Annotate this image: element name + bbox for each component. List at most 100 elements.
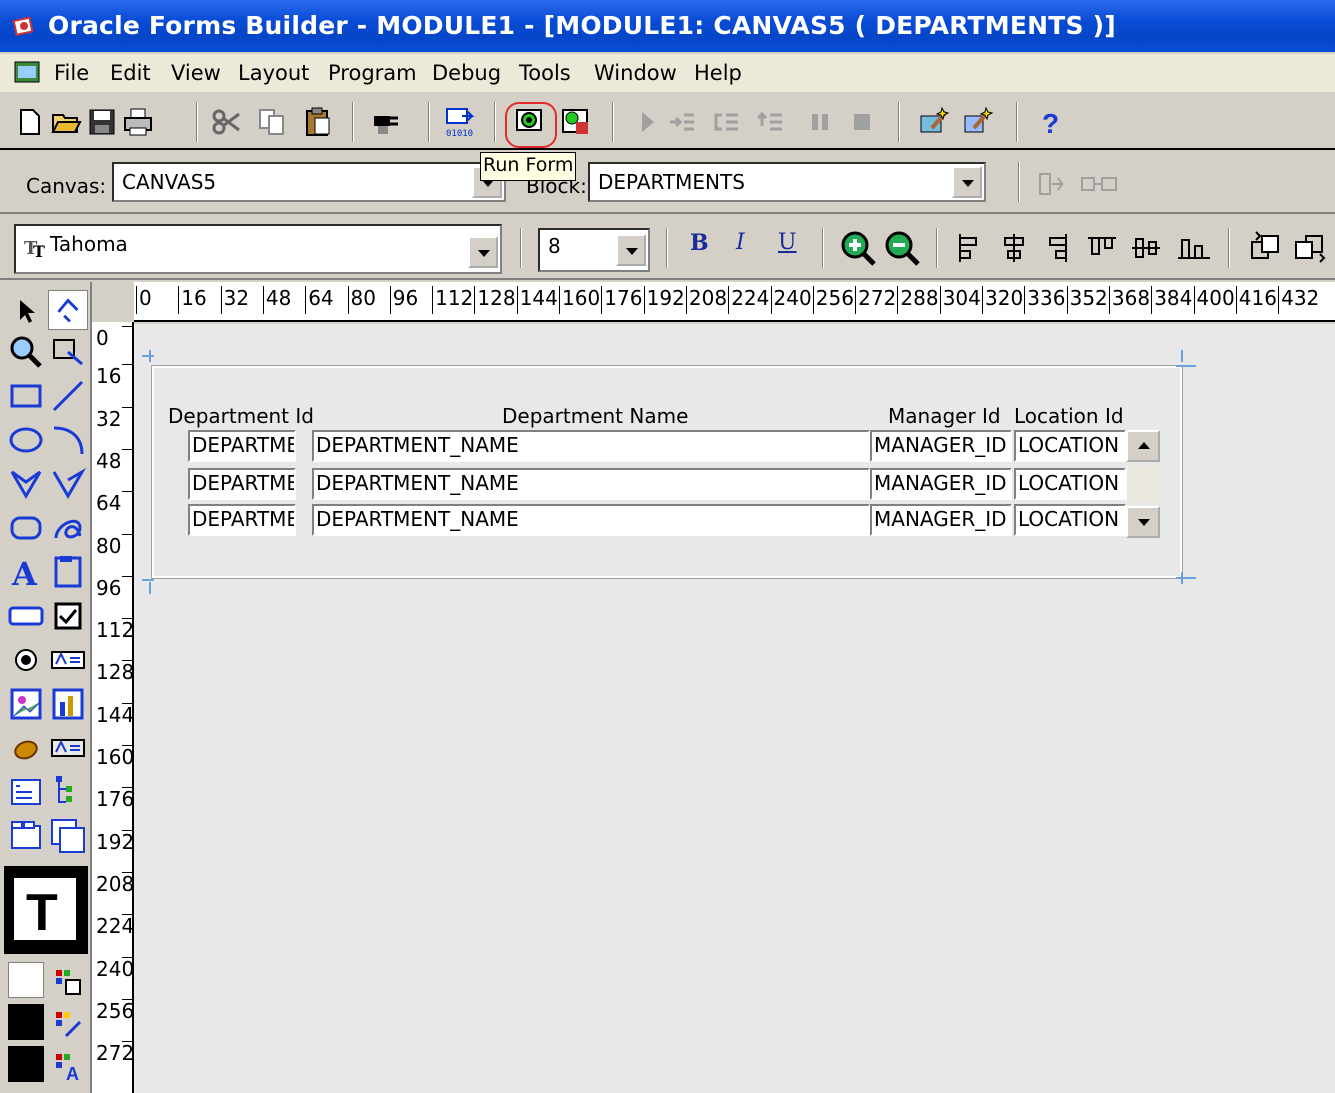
open-icon[interactable] [50, 106, 82, 138]
bring-to-front-icon[interactable] [1248, 230, 1284, 266]
send-to-back-icon[interactable] [1292, 230, 1328, 266]
menu-debug[interactable]: Debug [432, 61, 501, 85]
fill-color-icon[interactable] [52, 966, 84, 998]
menu-help[interactable]: Help [694, 61, 742, 85]
toolbar-separator [1018, 162, 1020, 202]
align-bottom-icon[interactable] [1176, 230, 1212, 266]
department-id-field[interactable]: DEPARTME [188, 468, 296, 500]
radio-item-icon[interactable] [6, 640, 46, 680]
scrollbar-track[interactable] [1126, 466, 1160, 502]
align-center-icon[interactable] [1000, 230, 1028, 266]
font-name-value: Tahoma [50, 232, 128, 256]
align-right-icon[interactable] [1044, 230, 1072, 266]
chevron-down-icon[interactable] [468, 236, 498, 268]
manager-id-field[interactable]: MANAGER_ID [870, 504, 1012, 536]
arc-icon[interactable] [48, 420, 88, 460]
bold-button[interactable]: B [690, 230, 709, 256]
data-block-wizard-icon[interactable] [962, 106, 994, 138]
paste-icon[interactable] [302, 106, 334, 138]
svg-text:01010: 01010 [446, 129, 473, 138]
tab-canvas-icon[interactable] [6, 816, 46, 856]
text-item-icon[interactable] [48, 640, 88, 680]
connect-icon[interactable] [370, 106, 402, 138]
line-color-icon[interactable] [52, 1008, 84, 1040]
ellipse-icon[interactable] [6, 420, 46, 460]
hierarchical-tree-icon[interactable] [48, 772, 88, 812]
fill-color-swatch[interactable] [8, 962, 44, 998]
menu-layout[interactable]: Layout [238, 61, 309, 85]
zoom-in-icon[interactable] [838, 228, 878, 268]
font-size-select[interactable]: 8 [538, 228, 650, 272]
block-select[interactable]: DEPARTMENTS [588, 162, 986, 202]
toolbar-separator [822, 228, 824, 268]
menu-view[interactable]: View [171, 61, 221, 85]
rotate-icon[interactable] [48, 290, 88, 330]
text-tool-icon[interactable]: A [6, 552, 46, 592]
cut-icon[interactable] [210, 106, 242, 138]
department-id-field[interactable]: DEPARTME [188, 430, 296, 462]
align-left-icon[interactable] [954, 230, 982, 266]
copy-icon[interactable] [256, 106, 288, 138]
save-icon[interactable] [86, 106, 118, 138]
font-name-select[interactable]: TT Tahoma [14, 224, 502, 274]
ruler-tick-label: 32 [220, 286, 249, 314]
image-item-icon[interactable] [6, 684, 46, 724]
mdi-child-icon[interactable] [14, 60, 40, 84]
manager-id-field[interactable]: MANAGER_ID [870, 468, 1012, 500]
align-middle-icon[interactable] [1130, 230, 1162, 266]
canvas-select[interactable]: CANVAS5 [112, 162, 506, 202]
menu-file[interactable]: File [54, 61, 89, 85]
display-item-icon[interactable] [48, 728, 88, 768]
scroll-down-button[interactable] [1126, 506, 1160, 538]
menu-edit[interactable]: Edit [110, 61, 151, 85]
rounded-rectangle-icon[interactable] [6, 508, 46, 548]
pause-icon [812, 114, 828, 130]
manager-id-field[interactable]: MANAGER_ID [870, 430, 1012, 462]
menu-window[interactable]: Window [594, 61, 677, 85]
freehand-icon[interactable] [48, 508, 88, 548]
rectangle-icon[interactable] [6, 376, 46, 416]
chart-item-icon[interactable] [48, 684, 88, 724]
ruler-tick-label: 176 [96, 787, 135, 812]
help-icon[interactable]: ? [1034, 106, 1066, 138]
list-item-icon[interactable] [6, 772, 46, 812]
menu-program[interactable]: Program [328, 61, 417, 85]
new-icon[interactable] [14, 106, 46, 138]
magnify-icon[interactable] [6, 332, 46, 372]
layout-wizard-icon[interactable] [918, 106, 950, 138]
frame-icon[interactable] [48, 552, 88, 592]
location-id-field[interactable]: LOCATION [1014, 504, 1126, 536]
line-icon[interactable] [48, 376, 88, 416]
department-name-field[interactable]: DEPARTMENT_NAME [312, 430, 870, 462]
text-color-swatch[interactable] [8, 1046, 44, 1082]
align-top-icon[interactable] [1086, 230, 1118, 266]
reshape-icon[interactable] [48, 332, 88, 372]
font-color-icon[interactable]: A [52, 1050, 84, 1082]
chevron-down-icon[interactable] [616, 234, 646, 266]
scroll-up-button[interactable] [1126, 430, 1160, 462]
chevron-down-icon[interactable] [952, 166, 982, 198]
department-name-field[interactable]: DEPARTMENT_NAME [312, 504, 870, 536]
print-icon[interactable] [122, 106, 154, 138]
polyline-icon[interactable] [48, 464, 88, 504]
ruler-tick-label: 48 [262, 286, 291, 314]
ruler-tick-label: 48 [96, 448, 135, 473]
button-item-icon[interactable] [6, 596, 46, 636]
underline-button[interactable]: U [778, 230, 797, 255]
checkbox-item-icon[interactable] [48, 596, 88, 636]
location-id-field[interactable]: LOCATION [1014, 430, 1126, 462]
italic-button[interactable]: I [736, 230, 745, 255]
ole-container-icon[interactable] [6, 728, 46, 768]
line-color-swatch[interactable] [8, 1004, 44, 1040]
zoom-out-icon[interactable] [882, 228, 922, 268]
department-id-field[interactable]: DEPARTME [188, 504, 296, 536]
run-form-debug-icon[interactable] [560, 106, 592, 138]
stacked-canvas-icon[interactable] [48, 816, 88, 856]
stop-icon [854, 114, 870, 130]
select-pointer-icon[interactable] [6, 292, 46, 332]
department-name-field[interactable]: DEPARTMENT_NAME [312, 468, 870, 500]
location-id-field[interactable]: LOCATION [1014, 468, 1126, 500]
compile-module-icon[interactable]: 01010 [444, 106, 476, 138]
menu-tools[interactable]: Tools [519, 61, 571, 85]
polygon-icon[interactable] [6, 464, 46, 504]
